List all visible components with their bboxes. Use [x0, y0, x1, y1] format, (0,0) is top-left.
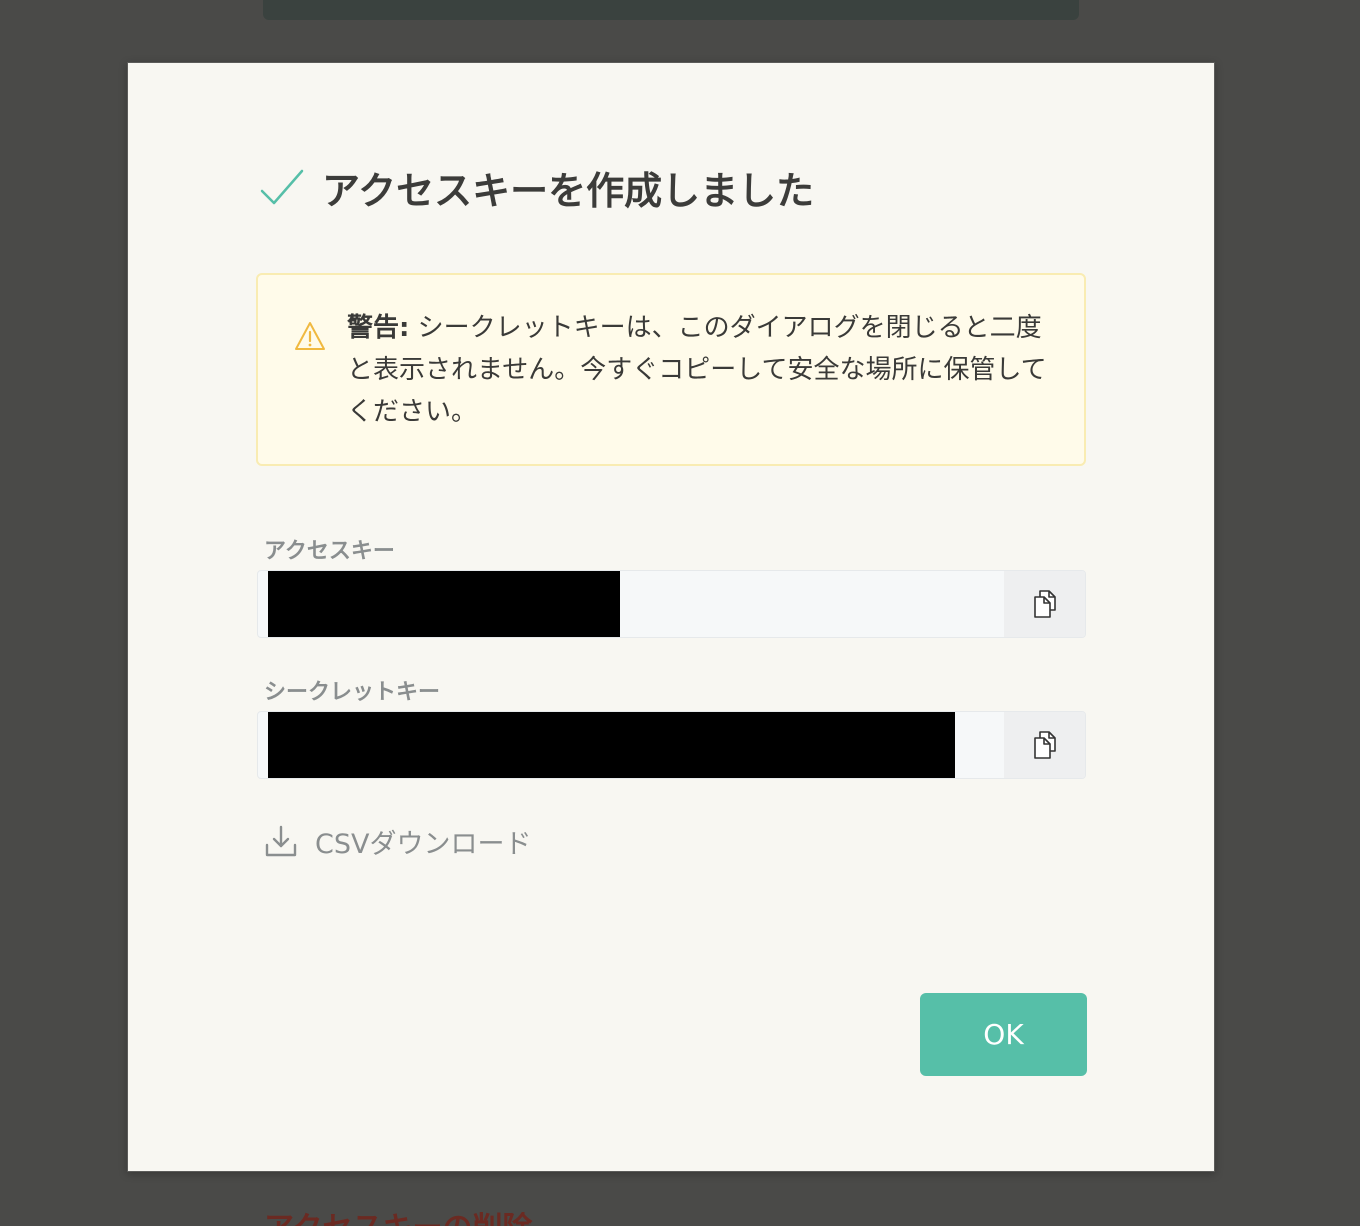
checkmark-icon: [260, 169, 304, 205]
access-key-label: アクセスキー: [264, 539, 395, 564]
dialog-title: アクセスキーを作成しました: [322, 168, 815, 213]
copy-secret-key-button[interactable]: [1004, 712, 1085, 778]
access-key-value-redacted: [268, 571, 620, 637]
secret-key-field[interactable]: [257, 711, 1086, 779]
copy-icon: [1033, 590, 1056, 618]
csv-download-label: CSVダウンロード: [315, 828, 532, 860]
copy-access-key-button[interactable]: [1004, 571, 1085, 637]
warning-message: シークレットキーは、このダイアログを閉じると二度と表示されません。今すぐコピーし…: [347, 313, 1047, 427]
background-section-heading: アクセスキーの削除: [264, 1212, 594, 1226]
download-icon: [265, 825, 297, 857]
warning-box: 警告: シークレットキーは、このダイアログを閉じると二度と表示されません。今すぐ…: [256, 273, 1086, 466]
warning-text: 警告: シークレットキーは、このダイアログを閉じると二度と表示されません。今すぐ…: [347, 307, 1057, 433]
copy-icon: [1033, 731, 1056, 759]
background-header-bar: [263, 0, 1079, 20]
warning-triangle-icon: [295, 322, 325, 350]
dialog-header: アクセスキーを作成しました: [260, 159, 814, 215]
secret-key-label: シークレットキー: [264, 680, 441, 705]
ok-button[interactable]: OK: [920, 993, 1087, 1076]
csv-download-link[interactable]: CSVダウンロード: [264, 821, 531, 861]
access-key-created-dialog: アクセスキーを作成しました 警告: シークレットキーは、このダイアログを閉じると…: [127, 62, 1215, 1172]
access-key-field[interactable]: [257, 570, 1086, 638]
warning-label: 警告:: [347, 313, 410, 343]
secret-key-value-redacted: [268, 712, 955, 778]
